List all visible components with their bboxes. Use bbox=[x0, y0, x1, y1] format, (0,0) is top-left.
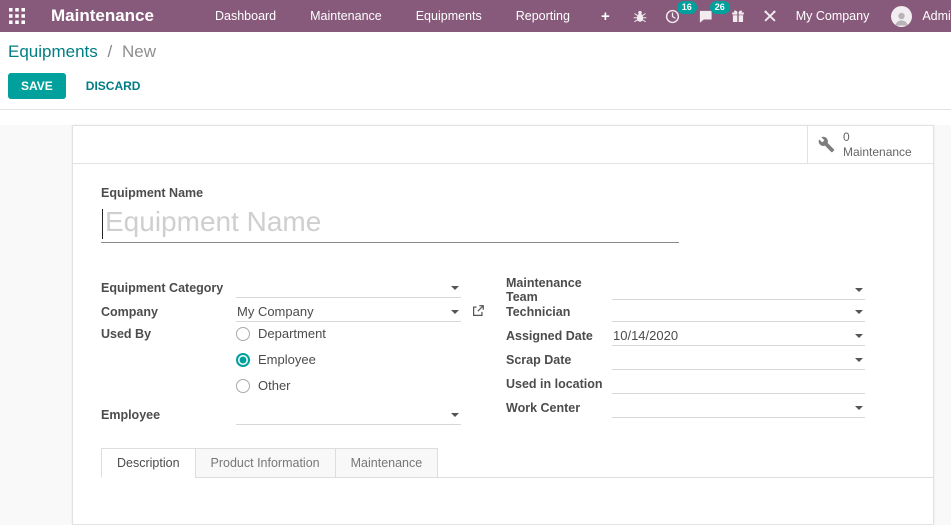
user-avatar[interactable] bbox=[891, 5, 913, 27]
radio-selected-icon[interactable] bbox=[236, 352, 250, 367]
field-row-work-center: Work Center bbox=[506, 396, 865, 420]
chevron-down-icon[interactable] bbox=[855, 310, 863, 314]
field-row-equipment-category: Equipment Category bbox=[101, 276, 461, 300]
technician-label: Technician bbox=[506, 305, 571, 319]
tools-icon[interactable] bbox=[754, 9, 786, 23]
breadcrumb-current: New bbox=[121, 42, 156, 61]
sheet-header: 0 Maintenance bbox=[73, 126, 933, 164]
field-row-employee: Employee bbox=[101, 403, 461, 427]
nav-item-equipments[interactable]: Equipments bbox=[399, 9, 499, 23]
equipment-name-label: Equipment Name bbox=[101, 186, 204, 200]
used-by-label: Used By bbox=[101, 327, 152, 341]
apps-menu-icon[interactable] bbox=[9, 6, 25, 26]
systray: 16 26 My Company Admi bbox=[624, 0, 951, 27]
top-navbar: Maintenance Dashboard Maintenance Equipm… bbox=[0, 0, 951, 32]
radio-other[interactable]: Other bbox=[236, 377, 461, 394]
chevron-down-icon[interactable] bbox=[855, 358, 863, 362]
tab-product-information[interactable]: Product Information bbox=[194, 448, 336, 478]
used-in-location-label: Used in location bbox=[506, 377, 603, 391]
external-link-icon[interactable] bbox=[471, 304, 485, 318]
nav-item-reporting[interactable]: Reporting bbox=[499, 9, 587, 23]
discard-button[interactable]: DISCARD bbox=[78, 74, 149, 98]
radio-department[interactable]: Department bbox=[236, 325, 461, 342]
employee-field[interactable] bbox=[236, 405, 461, 425]
person-icon bbox=[895, 12, 909, 26]
employee-label: Employee bbox=[101, 408, 161, 422]
radio-employee[interactable]: Employee bbox=[236, 351, 461, 368]
equipment-name-field bbox=[101, 204, 679, 243]
work-center-label: Work Center bbox=[506, 401, 581, 415]
user-menu[interactable]: Administrator bbox=[912, 9, 951, 23]
tab-description[interactable]: Description bbox=[101, 448, 196, 478]
nav-menu: Dashboard Maintenance Equipments Reporti… bbox=[198, 8, 624, 25]
company-field[interactable]: My Company bbox=[236, 302, 484, 322]
field-row-scrap-date: Scrap Date bbox=[506, 348, 865, 372]
nav-item-dashboard[interactable]: Dashboard bbox=[198, 9, 293, 23]
maintenance-stat-button[interactable]: 0 Maintenance bbox=[807, 126, 933, 163]
control-panel: Equipments / New SAVE DISCARD bbox=[0, 32, 951, 110]
nav-plus-button[interactable]: + bbox=[587, 8, 624, 25]
control-panel-buttons: SAVE DISCARD bbox=[8, 73, 943, 99]
scrap-date-field[interactable] bbox=[612, 350, 865, 370]
scrap-date-label: Scrap Date bbox=[506, 353, 572, 367]
notebook-tabs: Description Product Information Maintena… bbox=[101, 448, 933, 478]
company-switcher[interactable]: My Company bbox=[786, 9, 880, 23]
chevron-down-icon[interactable] bbox=[451, 310, 459, 314]
field-row-assigned-date: Assigned Date 10/14/2020 bbox=[506, 324, 865, 348]
equipment-name-input[interactable] bbox=[101, 204, 679, 243]
wrench-icon bbox=[818, 136, 835, 153]
field-row-company: Company My Company bbox=[101, 300, 484, 324]
radio-circle-icon[interactable] bbox=[236, 378, 250, 393]
save-button[interactable]: SAVE bbox=[8, 73, 66, 99]
breadcrumb: Equipments / New bbox=[8, 42, 943, 62]
activities-button[interactable]: 16 bbox=[656, 0, 697, 24]
text-cursor bbox=[102, 209, 103, 239]
form-body: Equipment Name Equipment Category bbox=[73, 164, 933, 427]
tab-content bbox=[73, 478, 933, 514]
field-row-maintenance-team: Maintenance Team bbox=[506, 276, 865, 304]
maintenance-team-field[interactable] bbox=[612, 280, 865, 300]
maintenance-count: 0 bbox=[843, 130, 850, 145]
maintenance-team-label: Maintenance Team bbox=[506, 276, 582, 304]
assigned-date-field[interactable]: 10/14/2020 bbox=[612, 326, 865, 346]
assigned-date-label: Assigned Date bbox=[506, 329, 593, 343]
field-grid: Equipment Category Company My Company Us… bbox=[101, 276, 933, 427]
tab-maintenance[interactable]: Maintenance bbox=[334, 448, 439, 478]
chevron-down-icon[interactable] bbox=[855, 406, 863, 410]
debug-bug-icon[interactable] bbox=[624, 9, 656, 23]
content-area: 0 Maintenance Equipment Name Equipment C… bbox=[0, 125, 951, 525]
field-row-used-in-location: Used in location bbox=[506, 372, 865, 396]
technician-field[interactable] bbox=[612, 302, 865, 322]
chevron-down-icon[interactable] bbox=[451, 286, 459, 290]
gift-icon[interactable] bbox=[722, 9, 754, 23]
nav-item-maintenance[interactable]: Maintenance bbox=[293, 9, 399, 23]
app-brand[interactable]: Maintenance bbox=[51, 6, 154, 26]
chevron-down-icon[interactable] bbox=[855, 334, 863, 338]
breadcrumb-separator: / bbox=[107, 42, 113, 61]
radio-circle-icon[interactable] bbox=[236, 326, 250, 341]
chevron-down-icon[interactable] bbox=[451, 413, 459, 417]
used-in-location-field[interactable] bbox=[612, 374, 865, 394]
work-center-field[interactable] bbox=[612, 398, 865, 418]
equipment-category-field[interactable] bbox=[236, 278, 461, 298]
used-by-radio-group: Department Employee Other bbox=[236, 324, 461, 394]
chevron-down-icon[interactable] bbox=[855, 288, 863, 292]
breadcrumb-parent[interactable]: Equipments bbox=[8, 42, 98, 61]
form-sheet: 0 Maintenance Equipment Name Equipment C… bbox=[72, 125, 934, 525]
equipment-category-label: Equipment Category bbox=[101, 281, 224, 295]
field-row-used-by: Used By Department Employee Other bbox=[101, 324, 461, 394]
messages-button[interactable]: 26 bbox=[689, 0, 730, 24]
company-label: Company bbox=[101, 305, 158, 319]
maintenance-stat-label: Maintenance bbox=[843, 144, 912, 159]
